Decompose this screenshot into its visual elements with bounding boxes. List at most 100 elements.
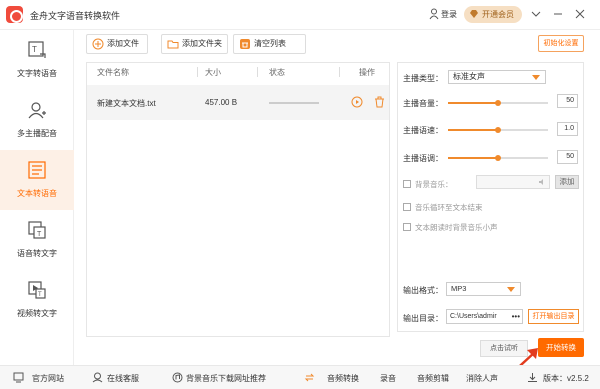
headset-icon bbox=[92, 372, 103, 383]
support-link[interactable]: 在线客服 bbox=[107, 373, 139, 384]
close-icon[interactable] bbox=[574, 8, 586, 20]
user-icon[interactable] bbox=[429, 8, 439, 20]
anchor-type-select[interactable]: 标准女声 bbox=[448, 70, 546, 84]
bgm-recommend-link[interactable]: 背景音乐下载网址推荐 bbox=[186, 373, 266, 384]
volume-slider-fill bbox=[448, 102, 498, 104]
volume-input[interactable]: 50 bbox=[557, 94, 578, 108]
output-dir-input[interactable]: C:\Users\admir ••• bbox=[446, 309, 523, 324]
minimize-icon[interactable] bbox=[552, 8, 564, 20]
anchor-type-value: 标准女声 bbox=[453, 72, 485, 81]
audio-cut-link[interactable]: 音频剪辑 bbox=[417, 373, 449, 384]
sidebar-item-label: 多主播配音 bbox=[17, 129, 57, 138]
open-dir-button[interactable]: 打开输出目录 bbox=[528, 309, 579, 324]
dir-label: 输出目录： bbox=[403, 314, 443, 323]
sidebar-item-multi-anchor[interactable]: 多主播配音 bbox=[0, 90, 74, 150]
document-to-speech-icon bbox=[28, 161, 46, 179]
vocal-remove-link[interactable]: 消除人声 bbox=[466, 373, 498, 384]
file-size: 457.00 B bbox=[205, 98, 238, 107]
speed-slider-handle[interactable] bbox=[495, 127, 501, 133]
app-title: 金舟文字语音转换软件 bbox=[30, 11, 121, 21]
clear-list-label: 清空列表 bbox=[254, 39, 286, 48]
play-icon[interactable] bbox=[351, 96, 363, 108]
status-bar: 官方网站 在线客服 背景音乐下载网址推荐 音频转换 录音 音频剪辑 消除人声 版… bbox=[0, 365, 600, 389]
clear-list-button[interactable]: 清空列表 bbox=[233, 34, 306, 54]
plus-circle-icon bbox=[92, 38, 104, 50]
anchor-type-label: 主播类型： bbox=[403, 74, 443, 83]
chevron-down-icon bbox=[532, 75, 540, 80]
column-header-action: 操作 bbox=[359, 68, 375, 77]
pitch-slider[interactable] bbox=[448, 155, 548, 161]
add-folder-label: 添加文件夹 bbox=[182, 39, 222, 48]
sidebar-item-speech-to-text[interactable]: T 语音转文字 bbox=[0, 210, 74, 270]
website-link[interactable]: 官方网站 bbox=[32, 373, 64, 384]
download-icon[interactable] bbox=[527, 372, 538, 383]
audio-convert-icon bbox=[304, 373, 315, 382]
file-name: 新建文本文档.txt bbox=[97, 99, 156, 108]
volume-label: 主播音量： bbox=[403, 99, 443, 108]
sidebar-item-text-to-speech[interactable]: T 文字转语音 bbox=[0, 30, 74, 90]
column-divider bbox=[197, 67, 198, 77]
pitch-label: 主播语调： bbox=[403, 154, 443, 163]
reset-settings-button[interactable]: 初始化设置 bbox=[538, 35, 584, 52]
folder-icon bbox=[167, 40, 179, 49]
login-link[interactable]: 登录 bbox=[441, 9, 457, 20]
format-label: 输出格式： bbox=[403, 286, 443, 295]
column-divider bbox=[339, 67, 340, 77]
multi-anchor-icon bbox=[28, 102, 46, 119]
title-bar: 金舟文字语音转换软件 登录 开通会员 bbox=[0, 0, 600, 30]
column-divider bbox=[257, 67, 258, 77]
format-select[interactable]: MP3 bbox=[446, 282, 521, 296]
file-table: 文件名称 大小 状态 操作 新建文本文档.txt 457.00 B bbox=[86, 62, 390, 337]
bgm-add-button[interactable]: 添加 bbox=[555, 175, 579, 189]
sidebar-item-label: 文本转语音 bbox=[17, 189, 57, 198]
trash-icon[interactable] bbox=[374, 96, 385, 108]
sidebar-item-label: 视频转文字 bbox=[17, 309, 57, 318]
column-header-size: 大小 bbox=[205, 68, 221, 77]
add-folder-button[interactable]: 添加文件夹 bbox=[161, 34, 228, 54]
dropdown-icon[interactable] bbox=[530, 8, 542, 20]
sidebar: T 文字转语音 多主播配音 文本转语音 T 语音转文字 T 视频转文字 bbox=[0, 30, 74, 365]
clear-icon bbox=[240, 39, 250, 49]
music-icon bbox=[172, 372, 183, 383]
svg-text:T: T bbox=[32, 45, 37, 54]
svg-text:T: T bbox=[37, 231, 42, 238]
column-header-status: 状态 bbox=[269, 68, 285, 77]
pitch-slider-handle[interactable] bbox=[495, 155, 501, 161]
progress-bar bbox=[269, 102, 319, 104]
svg-text:T: T bbox=[38, 292, 42, 298]
sidebar-item-document-to-speech[interactable]: 文本转语音 bbox=[0, 150, 74, 210]
add-file-button[interactable]: 添加文件 bbox=[86, 34, 148, 54]
add-file-label: 添加文件 bbox=[107, 39, 139, 48]
sidebar-item-label: 语音转文字 bbox=[17, 249, 57, 258]
chevron-down-icon bbox=[507, 287, 515, 292]
duck-label: 文本朗读时背景音乐小声 bbox=[415, 223, 498, 232]
diamond-icon bbox=[470, 10, 478, 18]
speed-input[interactable]: 1.0 bbox=[557, 122, 578, 136]
pitch-input[interactable]: 50 bbox=[557, 150, 578, 164]
speed-label: 主播语速： bbox=[403, 126, 443, 135]
pitch-slider-fill bbox=[448, 157, 498, 159]
speaker-icon[interactable] bbox=[538, 178, 546, 186]
column-header-name: 文件名称 bbox=[97, 68, 129, 77]
bgm-label: 背景音乐： bbox=[415, 180, 453, 189]
bgm-checkbox[interactable] bbox=[403, 180, 411, 188]
loop-checkbox[interactable] bbox=[403, 203, 411, 211]
monitor-icon bbox=[13, 372, 24, 383]
version-text: 版本：v2.5.2 bbox=[543, 374, 589, 383]
sidebar-item-label: 文字转语音 bbox=[17, 69, 57, 78]
speed-slider[interactable] bbox=[448, 127, 548, 133]
settings-panel: 主播类型： 标准女声 主播音量： 50 主播语速： 1.0 主播语调： 50 背… bbox=[397, 62, 584, 332]
record-link[interactable]: 录音 bbox=[380, 373, 396, 384]
output-dir-value: C:\Users\admir bbox=[450, 313, 497, 320]
volume-slider[interactable] bbox=[448, 100, 548, 106]
app-logo-icon bbox=[6, 6, 23, 23]
audio-convert-link[interactable]: 音频转换 bbox=[327, 373, 359, 384]
browse-button[interactable]: ••• bbox=[509, 310, 520, 323]
sidebar-item-video-to-text[interactable]: T 视频转文字 bbox=[0, 270, 74, 330]
volume-slider-handle[interactable] bbox=[495, 100, 501, 106]
speech-to-text-icon: T bbox=[28, 221, 46, 239]
video-to-text-icon: T bbox=[28, 281, 46, 299]
table-row[interactable]: 新建文本文档.txt 457.00 B bbox=[87, 85, 389, 120]
duck-checkbox[interactable] bbox=[403, 223, 411, 231]
text-to-speech-icon: T bbox=[28, 41, 46, 58]
